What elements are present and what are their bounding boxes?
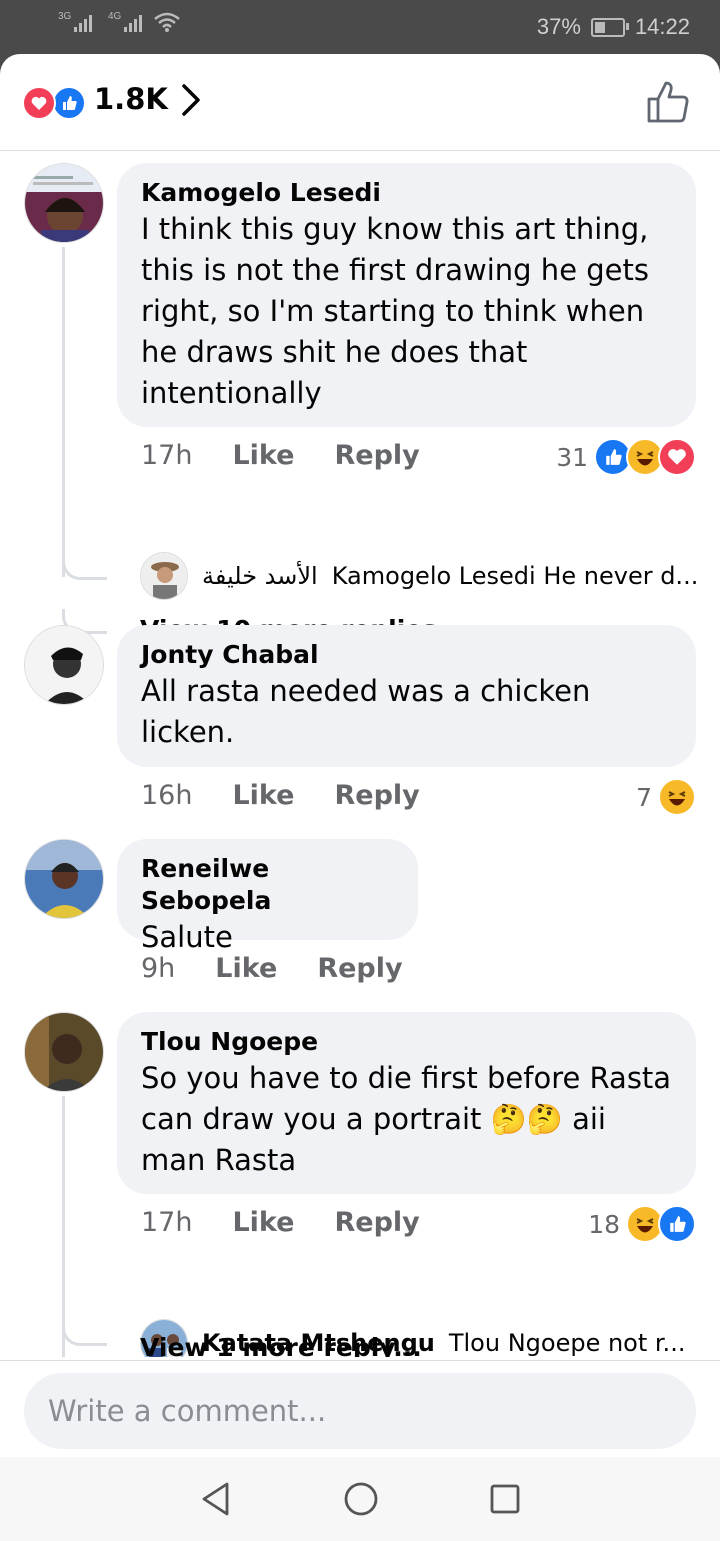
comment-author[interactable]: Tlou Ngoepe	[141, 1026, 672, 1058]
thread-line	[62, 1096, 65, 1356]
comment-author[interactable]: Reneilwe Sebopela	[141, 853, 394, 917]
signal-4g-icon: 4G	[108, 11, 142, 32]
system-nav-bar	[0, 1457, 720, 1541]
reply-button[interactable]: Reply	[334, 440, 419, 471]
comment-composer: Write a comment...	[0, 1360, 720, 1471]
comment-text: So you have to die first before Rasta ca…	[141, 1061, 672, 1177]
like-button[interactable]: Like	[232, 440, 294, 471]
comment-author[interactable]: Kamogelo Lesedi	[141, 177, 672, 209]
reply-button[interactable]: Reply	[334, 780, 419, 811]
recents-icon[interactable]	[489, 1483, 521, 1515]
wifi-icon	[154, 12, 180, 32]
like-button[interactable]: Like	[232, 780, 294, 811]
reply-author: الأسد خليفة	[202, 562, 318, 590]
comment-input[interactable]: Write a comment...	[24, 1373, 696, 1449]
love-icon	[22, 86, 56, 120]
reply-button[interactable]: Reply	[317, 953, 402, 984]
reply-button[interactable]: Reply	[334, 1207, 419, 1238]
back-icon[interactable]	[199, 1481, 233, 1517]
like-icon	[52, 86, 86, 120]
comment-time[interactable]: 17h	[141, 1207, 192, 1238]
thumbs-up-icon[interactable]	[646, 80, 690, 124]
status-bar: 3G 4G 37% 14:22	[0, 0, 720, 54]
comment-reactions[interactable]: 31	[556, 438, 696, 476]
comment-bubble[interactable]: Jonty Chabal All rasta needed was a chic…	[117, 625, 696, 767]
comment-time[interactable]: 17h	[141, 440, 192, 471]
reply-text: Tlou Ngoepe not r...	[448, 1329, 686, 1357]
battery-percent: 37%	[536, 14, 581, 39]
comment-time[interactable]: 16h	[141, 780, 192, 811]
like-button[interactable]: Like	[215, 953, 277, 984]
comment-list[interactable]: Kamogelo Lesedi I think this guy know th…	[0, 151, 720, 1357]
avatar[interactable]	[140, 552, 188, 600]
comment-bubble[interactable]: Reneilwe Sebopela Salute	[117, 839, 418, 954]
comment-actions: 17h Like Reply	[141, 440, 420, 471]
comment-bubble[interactable]: Kamogelo Lesedi I think this guy know th…	[117, 163, 696, 427]
reaction-count: 18	[588, 1209, 620, 1239]
reactions-header[interactable]: 1.8K	[0, 54, 720, 151]
comment-reactions[interactable]: 7	[636, 778, 696, 816]
comment-time[interactable]: 9h	[141, 953, 175, 984]
home-icon[interactable]	[343, 1481, 379, 1517]
reply-connector	[62, 1351, 107, 1357]
like-icon	[658, 1205, 696, 1243]
comment-actions: 16h Like Reply	[141, 780, 420, 811]
comment-actions: 17h Like Reply	[141, 1207, 420, 1238]
avatar[interactable]	[24, 839, 104, 919]
comments-sheet: 1.8K Kamogelo Lesedi I think this guy kn…	[0, 54, 720, 1541]
chevron-right-icon	[182, 84, 200, 116]
reaction-count: 31	[556, 442, 588, 472]
comment-reactions[interactable]: 18	[588, 1205, 696, 1243]
haha-icon	[658, 778, 696, 816]
avatar[interactable]	[24, 163, 104, 243]
reaction-count: 7	[636, 782, 652, 812]
avatar[interactable]	[24, 1012, 104, 1092]
thinking-emoji: 🤔🤔	[490, 1102, 563, 1136]
reply-text: Kamogelo Lesedi He never d...	[331, 562, 699, 590]
comment-text: I think this guy know this art thing, th…	[141, 212, 649, 410]
comment-author[interactable]: Jonty Chabal	[141, 639, 672, 671]
reaction-count: 1.8K	[94, 82, 168, 116]
reply-connector	[62, 555, 107, 580]
battery-icon	[590, 17, 629, 37]
signal-3g-icon: 3G	[58, 11, 92, 32]
comment-bubble[interactable]: Tlou Ngoepe So you have to die first bef…	[117, 1012, 696, 1194]
love-icon	[658, 438, 696, 476]
reply-preview[interactable]: الأسد خليفة Kamogelo Lesedi He never d..…	[140, 552, 698, 600]
reply-connector	[62, 1321, 107, 1346]
signal-indicators: 3G 4G	[58, 11, 180, 32]
clock: 14:22	[634, 14, 690, 39]
comment-text: Salute	[141, 920, 233, 954]
like-button[interactable]: Like	[232, 1207, 294, 1238]
comment-text: All rasta needed was a chicken licken.	[141, 674, 591, 749]
avatar[interactable]	[24, 625, 104, 705]
view-more-replies[interactable]: View 1 more reply...	[140, 1333, 422, 1357]
thread-line	[62, 247, 65, 577]
comment-actions: 9h Like Reply	[141, 953, 403, 984]
